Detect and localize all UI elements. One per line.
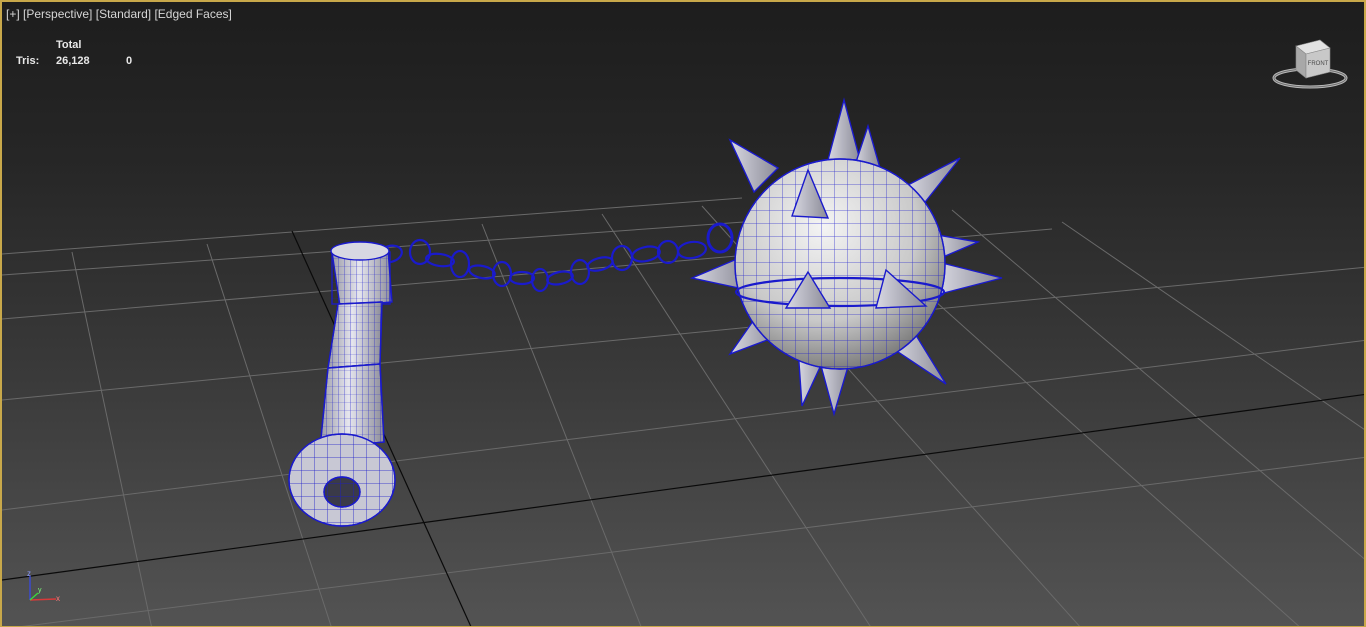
scene-canvas[interactable]	[2, 2, 1366, 627]
viewcube-front-label: FRONT	[1308, 61, 1329, 67]
axis-y-label: y	[38, 587, 42, 594]
viewport-shading-menu[interactable]: [Standard]	[96, 7, 151, 21]
viewport-general-menu[interactable]: [+]	[6, 7, 20, 21]
stats-total-header: Total	[56, 39, 82, 51]
perspective-viewport[interactable]: [+] [Perspective] [Standard] [Edged Face…	[0, 0, 1366, 627]
stats-tris-total: 26,128	[56, 55, 90, 67]
ground-grid	[2, 197, 1364, 626]
stats-tris-label: Tris:	[16, 55, 40, 67]
handle-mesh	[288, 241, 396, 527]
chain-mesh	[377, 222, 734, 293]
axis-tripod-icon: z x y	[27, 569, 60, 603]
axis-x-label: x	[56, 594, 60, 603]
viewport-label-menu[interactable]: [+] [Perspective] [Standard] [Edged Face…	[6, 7, 232, 21]
viewcube-icon[interactable]: FRONT	[1270, 36, 1350, 92]
stats-tris-selected: 0	[126, 55, 133, 67]
mace-ball-mesh	[689, 97, 1003, 417]
viewport-point-of-view-menu[interactable]: [Perspective]	[23, 7, 92, 21]
viewport-edged-faces-menu[interactable]: [Edged Faces]	[154, 7, 231, 21]
axis-z-label: z	[27, 569, 31, 578]
